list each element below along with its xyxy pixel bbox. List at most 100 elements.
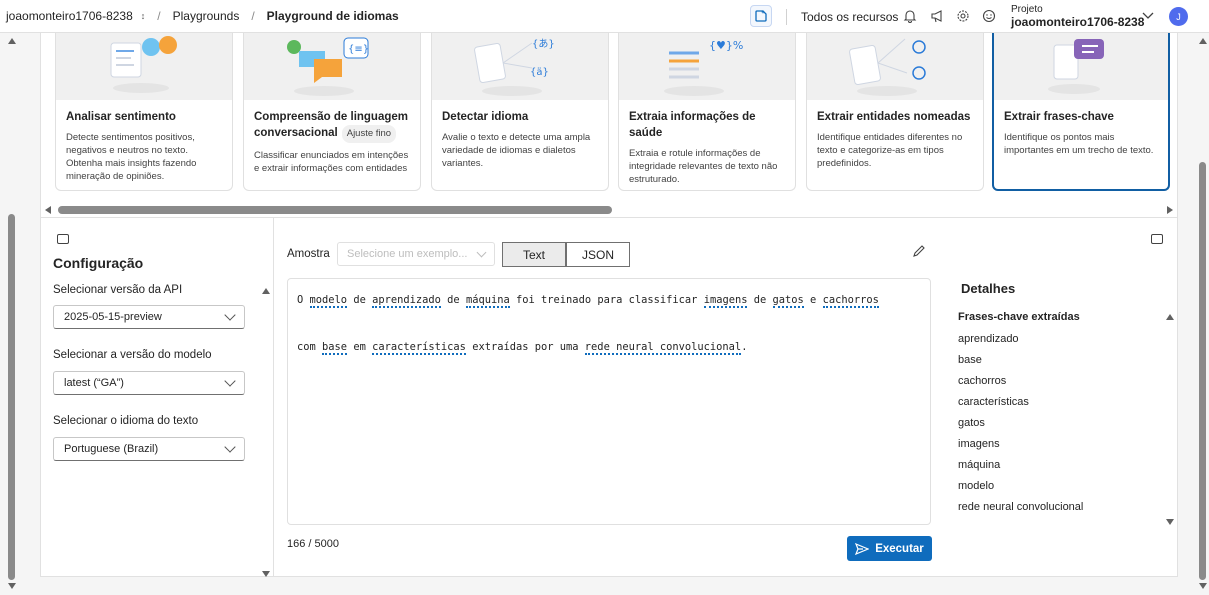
breadcrumb-separator: / bbox=[251, 9, 255, 23]
key-phrase-item: rede neural convolucional bbox=[958, 501, 1084, 513]
divider bbox=[786, 9, 787, 25]
chevron-down-icon[interactable] bbox=[1140, 8, 1156, 24]
keyphrase-highlight: gatos bbox=[772, 294, 804, 308]
sample-select[interactable]: Selecione um exemplo... bbox=[337, 242, 495, 266]
scroll-down-arrow[interactable] bbox=[8, 583, 16, 589]
key-phrase-item: aprendizado bbox=[958, 333, 1019, 345]
cards-horizontal-scrollbar[interactable] bbox=[40, 203, 1178, 217]
tab-text[interactable]: Text bbox=[502, 242, 566, 267]
scroll-thumb[interactable] bbox=[8, 214, 15, 580]
left-scrollbar[interactable] bbox=[6, 33, 18, 595]
key-phrases-heading: Frases-chave extraídas bbox=[958, 311, 1080, 323]
svg-text:{♥}%: {♥}% bbox=[709, 39, 743, 52]
card-conversational-language[interactable]: {≡} Compreensão de linguagem conversacio… bbox=[243, 33, 421, 191]
scroll-down-arrow[interactable] bbox=[1166, 519, 1174, 525]
keyphrase-highlight: aprendizado bbox=[372, 294, 441, 308]
scroll-thumb[interactable] bbox=[1199, 162, 1206, 580]
details-title: Detalhes bbox=[961, 281, 1016, 296]
text-language-label: Selecionar o idioma do texto bbox=[53, 415, 199, 427]
text-language-value: Portuguese (Brazil) bbox=[64, 443, 159, 455]
card-description: Identifique entidades diferentes no text… bbox=[817, 132, 963, 169]
key-phrase-item: máquina bbox=[958, 459, 1001, 471]
breadcrumb-current: Playground de idiomas bbox=[266, 9, 399, 23]
svg-text:{ä}: {ä} bbox=[530, 67, 549, 78]
scroll-down-arrow[interactable] bbox=[1199, 583, 1207, 589]
card-description: Classificar enunciados em intenções e ex… bbox=[254, 150, 409, 174]
card-title: Extrair entidades nomeadas bbox=[817, 111, 971, 123]
gear-icon[interactable] bbox=[955, 8, 971, 24]
key-phrase-item: gatos bbox=[958, 417, 985, 429]
model-version-value: latest (“GA”) bbox=[64, 377, 124, 389]
collapse-panel-icon[interactable] bbox=[57, 234, 69, 244]
keyphrase-highlight: cachorros bbox=[822, 294, 879, 308]
scroll-left-arrow[interactable] bbox=[45, 206, 51, 214]
project-selector[interactable]: Projeto joaomonteiro1706-8238 bbox=[1011, 3, 1144, 29]
scroll-right-arrow[interactable] bbox=[1167, 206, 1173, 214]
updown-chevron-icon[interactable]: ↕ bbox=[141, 11, 146, 21]
scroll-up-arrow[interactable] bbox=[262, 288, 270, 294]
input-text-area[interactable]: O modelo de aprendizado de máquina foi t… bbox=[287, 278, 931, 525]
card-title: Extrair frases-chave bbox=[1004, 111, 1114, 123]
text-language-select[interactable]: Portuguese (Brazil) bbox=[53, 437, 245, 461]
text-line-1: O modelo de aprendizado de máquina foi t… bbox=[297, 294, 879, 308]
breadcrumb-playgrounds[interactable]: Playgrounds bbox=[173, 9, 240, 23]
key-phrase-item: modelo bbox=[958, 480, 995, 492]
svg-text:{あ}: {あ} bbox=[532, 38, 555, 50]
api-version-select[interactable]: 2025-05-15-preview bbox=[53, 305, 245, 329]
smiley-icon[interactable] bbox=[981, 8, 997, 24]
keyphrase-highlight: base bbox=[322, 341, 348, 355]
scroll-up-arrow[interactable] bbox=[8, 38, 16, 44]
card-health-information[interactable]: {♥}% Extraia informações de saúde Extrai… bbox=[618, 33, 796, 191]
send-icon bbox=[855, 542, 870, 555]
avatar[interactable]: J bbox=[1169, 7, 1188, 26]
chevron-down-icon bbox=[476, 247, 487, 257]
card-key-phrases[interactable]: Extrair frases-chave Identifique os pont… bbox=[992, 33, 1170, 191]
api-version-label: Selecionar versão da API bbox=[53, 284, 183, 296]
text-line-2: com base em características extraídas po… bbox=[297, 341, 748, 355]
right-scrollbar[interactable] bbox=[1197, 33, 1209, 595]
card-illustration bbox=[994, 33, 1168, 100]
capability-cards: Analisar sentimento Detecte sentimentos … bbox=[40, 33, 1178, 217]
key-phrase-item: cachorros bbox=[958, 375, 1007, 387]
run-button[interactable]: Executar bbox=[847, 536, 932, 561]
svg-text:{≡}: {≡} bbox=[348, 44, 369, 55]
card-detect-language[interactable]: {あ} {ä} Detectar idioma Avalie o texto e … bbox=[431, 33, 609, 191]
character-counter: 166 / 5000 bbox=[287, 538, 339, 550]
edit-icon[interactable] bbox=[912, 244, 926, 263]
key-phrase-item: características bbox=[958, 396, 1029, 408]
editor-panel: Amostra Selecione um exemplo... Text JSO… bbox=[274, 218, 945, 576]
sample-label: Amostra bbox=[287, 248, 330, 260]
scroll-thumb[interactable] bbox=[58, 206, 612, 214]
run-label: Executar bbox=[875, 542, 924, 555]
model-version-select[interactable]: latest (“GA”) bbox=[53, 371, 245, 395]
copilot-button[interactable] bbox=[750, 5, 772, 27]
card-named-entities[interactable]: Extrair entidades nomeadas Identifique e… bbox=[806, 33, 984, 191]
scroll-up-arrow[interactable] bbox=[1166, 314, 1174, 320]
card-illustration: {あ} {ä} bbox=[432, 33, 608, 100]
megaphone-icon[interactable] bbox=[929, 8, 945, 24]
card-title: Detectar idioma bbox=[442, 111, 529, 123]
all-resources-link[interactable]: Todos os recursos bbox=[801, 10, 898, 24]
keyphrase-highlight: características bbox=[372, 341, 466, 355]
card-description: Detecte sentimentos positivos, negativos… bbox=[66, 132, 197, 182]
card-illustration: {≡} bbox=[244, 33, 420, 100]
breadcrumb-resource[interactable]: joaomonteiro1706-8238 bbox=[6, 9, 133, 23]
scroll-down-arrow[interactable] bbox=[262, 571, 270, 577]
copilot-icon bbox=[755, 10, 767, 22]
expand-panel-icon[interactable] bbox=[1151, 234, 1163, 244]
chevron-down-icon bbox=[224, 375, 236, 387]
tab-json[interactable]: JSON bbox=[566, 242, 630, 267]
api-version-value: 2025-05-15-preview bbox=[64, 311, 162, 323]
bell-icon[interactable] bbox=[902, 8, 918, 24]
card-analyze-sentiment[interactable]: Analisar sentimento Detecte sentimentos … bbox=[55, 33, 233, 191]
project-name: joaomonteiro1706-8238 bbox=[1011, 15, 1145, 29]
sample-placeholder: Selecione um exemplo... bbox=[347, 248, 468, 260]
details-panel: Detalhes Frases-chave extraídas aprendiz… bbox=[945, 218, 1177, 576]
configuration-panel: Configuração Selecionar versão da API 20… bbox=[41, 218, 274, 577]
card-title: Analisar sentimento bbox=[66, 111, 176, 123]
scroll-up-arrow[interactable] bbox=[1199, 38, 1207, 44]
card-title: Compreensão de linguagem conversacional A… bbox=[244, 100, 420, 143]
card-illustration bbox=[807, 33, 983, 100]
model-version-label: Selecionar a versão do modelo bbox=[53, 349, 212, 361]
